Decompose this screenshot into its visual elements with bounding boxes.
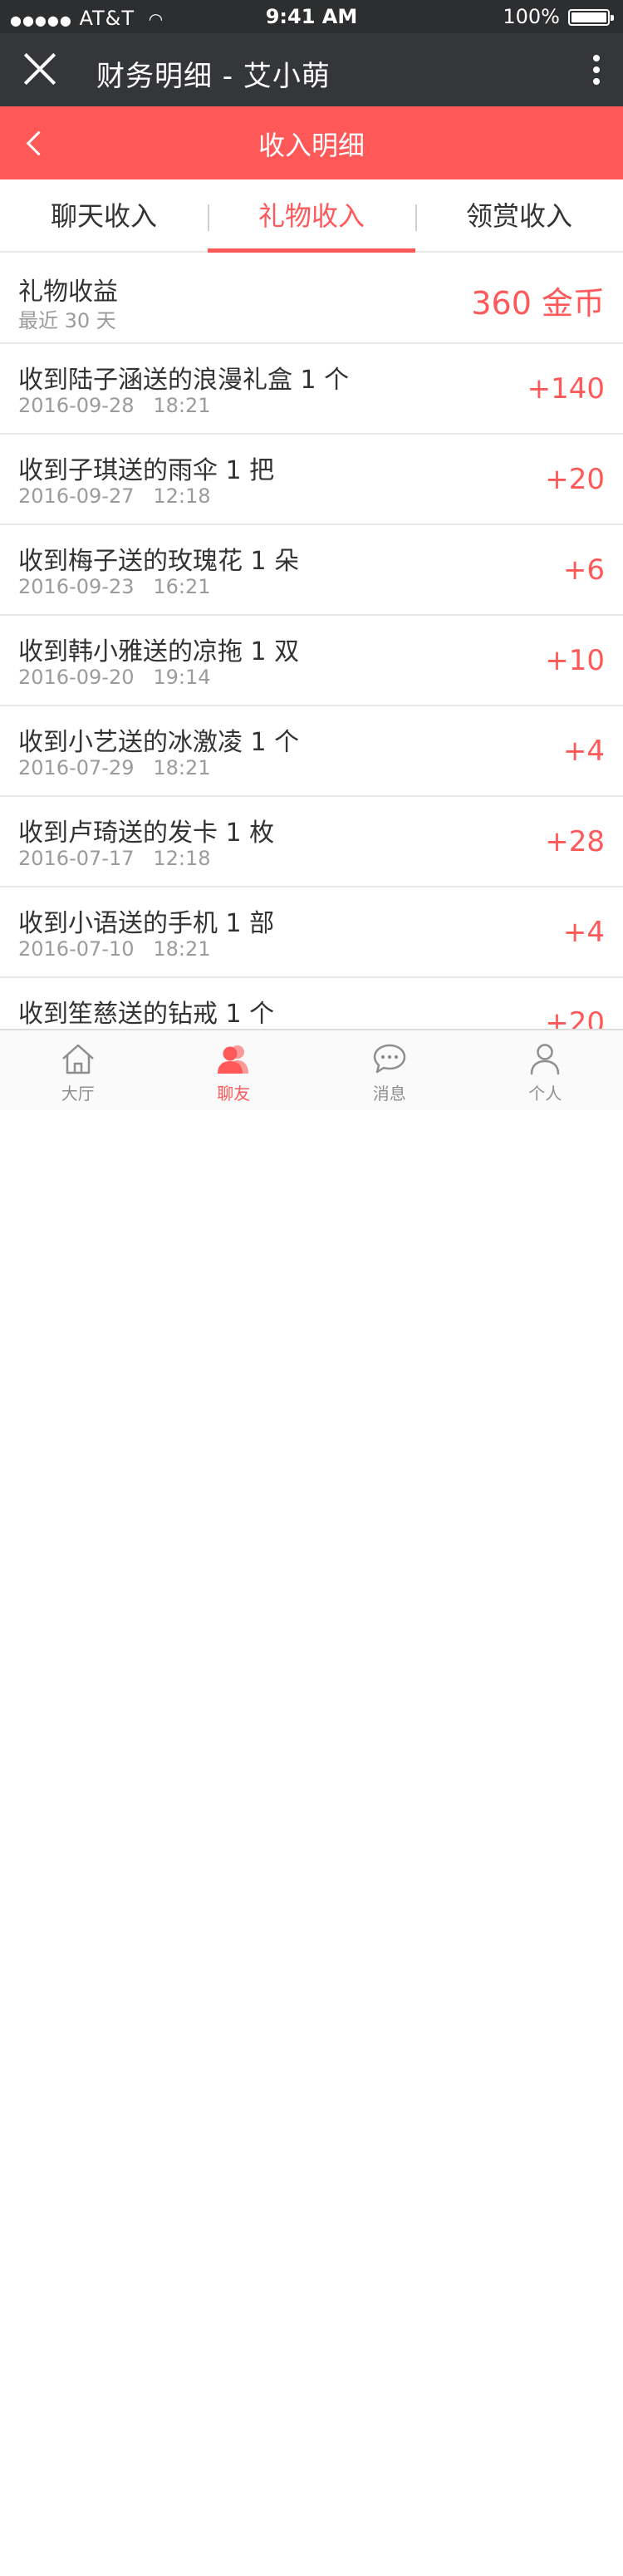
bottom-tab-profile[interactable]: 个人: [468, 1030, 623, 1110]
battery-icon: [568, 9, 614, 26]
record-date: 2016-07-17: [18, 847, 135, 870]
record-date: 2016-09-23: [18, 575, 135, 598]
record-time: 18:21: [153, 756, 211, 779]
page-title: 收入明细: [258, 130, 365, 161]
record-time: 12:18: [153, 484, 211, 508]
bottom-tab-label: 聊友: [217, 1084, 251, 1104]
bottom-tab-bar: 大厅 聊友 消息 个人: [0, 1029, 623, 1110]
record-datetime: 2016-09-23 16:21: [18, 575, 211, 598]
bottom-tab-messages[interactable]: 消息: [312, 1030, 468, 1110]
summary-total: 360 金币: [471, 285, 605, 322]
gift-income-list[interactable]: 收到陆子涵送的浪漫礼盒 1 个 2016-09-28 18:21 +140 收到…: [0, 344, 623, 1029]
record-datetime: 2016-09-20 19:14: [18, 666, 211, 689]
list-item[interactable]: 收到小艺送的冰激凌 1 个 2016-07-29 18:21 +4: [0, 706, 623, 797]
record-datetime: 2016-07-10 18:21: [18, 937, 211, 961]
list-item[interactable]: 收到陆子涵送的浪漫礼盒 1 个 2016-09-28 18:21 +140: [0, 344, 623, 435]
window-title: 财务明细 - 艾小萌: [96, 60, 331, 93]
record-amount: +4: [562, 735, 605, 768]
summary-period: 最近 30 天: [18, 309, 116, 332]
record-time: 12:18: [153, 847, 211, 870]
record-description: 收到韩小雅送的凉拖 1 双: [18, 637, 300, 666]
record-datetime: 2016-09-27 12:18: [18, 484, 211, 508]
record-date: 2016-07-10: [18, 937, 135, 961]
record-date: 2016-09-27: [18, 484, 135, 508]
income-summary: 礼物收益 最近 30 天 360 金币: [0, 253, 623, 344]
tab-chat-income[interactable]: 聊天收入: [0, 179, 208, 251]
tab-gift-income[interactable]: 礼物收入: [208, 179, 415, 253]
record-time: 19:14: [153, 666, 211, 689]
record-description: 收到卢琦送的发卡 1 枚: [18, 819, 275, 848]
list-item[interactable]: 收到子琪送的雨伞 1 把 2016-09-27 12:18 +20: [0, 435, 623, 525]
record-description: 收到陆子涵送的浪漫礼盒 1 个: [18, 366, 350, 395]
record-date: 2016-09-20: [18, 666, 135, 689]
list-item[interactable]: 收到卢琦送的发卡 1 枚 2016-07-17 12:18 +28: [0, 797, 623, 887]
app-title-bar: 财务明细 - 艾小萌: [0, 33, 623, 106]
record-time: 16:21: [153, 575, 211, 598]
status-bar: ●●●●● AT&T ◠ 9:41 AM 100%: [0, 0, 623, 33]
record-datetime: 2016-07-29 18:21: [18, 756, 211, 779]
record-date: 2016-09-28: [18, 394, 135, 417]
battery-percent: 100%: [503, 5, 560, 28]
record-description: 收到小语送的手机 1 部: [18, 909, 275, 938]
home-icon: [61, 1044, 94, 1074]
income-tabs: 聊天收入 礼物收入 领赏收入: [0, 179, 623, 253]
tab-reward-income[interactable]: 领赏收入: [415, 179, 623, 251]
record-amount: +10: [545, 644, 605, 677]
list-item[interactable]: 收到小语送的手机 1 部 2016-07-10 18:21 +4: [0, 887, 623, 978]
list-item[interactable]: 收到笙慈送的钻戒 1 个 +20: [0, 978, 623, 1029]
record-time: 18:21: [153, 394, 211, 417]
summary-label: 礼物收益: [18, 278, 118, 307]
bottom-tab-label: 个人: [528, 1084, 562, 1104]
record-datetime: 2016-07-17 12:18: [18, 847, 211, 870]
record-amount: +20: [545, 463, 605, 496]
bottom-tab-friends[interactable]: 聊友: [156, 1030, 312, 1110]
record-amount: +6: [562, 553, 605, 587]
bottom-tab-label: 消息: [372, 1084, 406, 1104]
record-description: 收到子琪送的雨伞 1 把: [18, 456, 275, 485]
record-datetime: 2016-09-28 18:21: [18, 394, 211, 417]
record-amount: +4: [562, 916, 605, 949]
more-options-icon[interactable]: [593, 55, 601, 85]
record-description: 收到梅子送的玫瑰花 1 朵: [18, 547, 300, 576]
tab-divider: [208, 204, 209, 231]
bottom-tab-lobby[interactable]: 大厅: [0, 1030, 156, 1110]
person-icon: [531, 1044, 560, 1075]
record-amount: +140: [527, 372, 605, 406]
tab-divider: [415, 204, 417, 231]
message-icon: [373, 1044, 405, 1074]
record-time: 18:21: [153, 937, 211, 961]
list-item[interactable]: 收到韩小雅送的凉拖 1 双 2016-09-20 19:14 +10: [0, 616, 623, 706]
record-amount: +28: [545, 825, 605, 858]
list-item[interactable]: 收到梅子送的玫瑰花 1 朵 2016-09-23 16:21 +6: [0, 525, 623, 616]
nav-bar: 收入明细: [0, 106, 623, 179]
record-amount: +20: [545, 1006, 605, 1029]
close-icon[interactable]: [22, 52, 56, 86]
bottom-tab-label: 大厅: [61, 1084, 95, 1104]
record-description: 收到小艺送的冰激凌 1 个: [18, 728, 300, 757]
friends-icon: [218, 1045, 249, 1074]
record-description: 收到笙慈送的钻戒 1 个: [18, 1000, 275, 1029]
record-date: 2016-07-29: [18, 756, 135, 779]
